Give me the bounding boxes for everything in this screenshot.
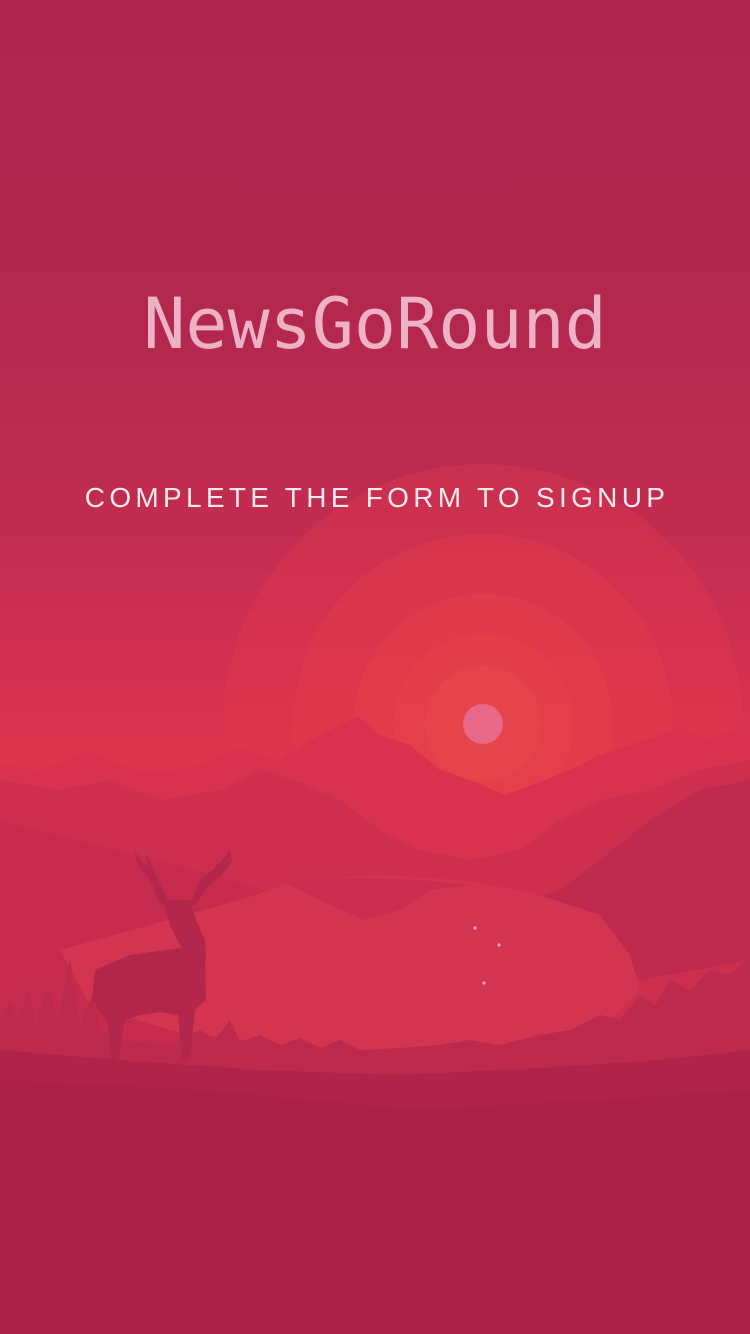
sun — [463, 704, 503, 744]
signup-subtitle: COMPLETE THE FORM TO SIGNUP — [84, 482, 670, 513]
app-title: NewsGoRound — [143, 283, 607, 365]
landscape-illustration — [0, 464, 750, 1334]
signup-splash-screen: NewsGoRound COMPLETE THE FORM TO SIGNUP — [0, 0, 750, 1334]
sparkle — [497, 943, 501, 947]
sparkle — [473, 926, 477, 930]
foreground-slope — [0, 1080, 750, 1334]
sparkle — [482, 981, 486, 985]
